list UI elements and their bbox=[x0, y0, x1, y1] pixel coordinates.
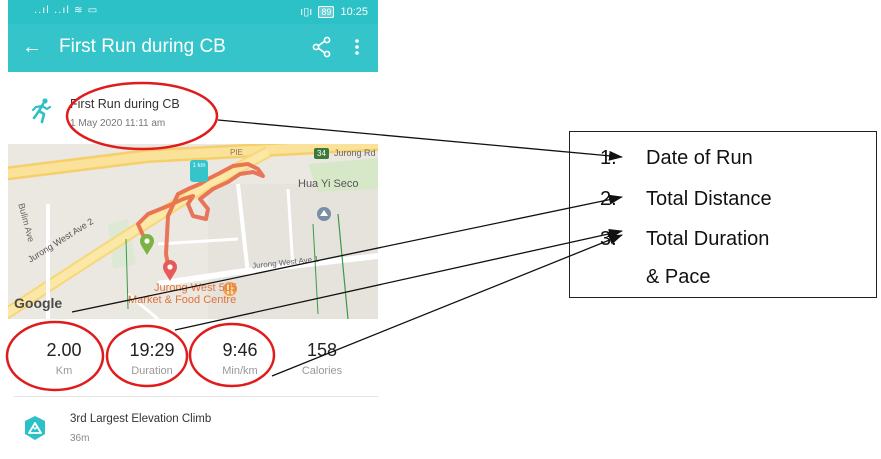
stat-calories-label: Calories bbox=[301, 365, 343, 377]
legend-text: Total Duration bbox=[646, 228, 770, 250]
km-marker: 1 km bbox=[190, 160, 208, 182]
map-label-market-line1: Jurong West 505 bbox=[154, 282, 237, 294]
map-label-pie: PIE bbox=[230, 148, 243, 157]
legend-text: Date of Run bbox=[646, 147, 753, 169]
activity-title: First Run during CB bbox=[70, 97, 180, 111]
expressway-badge: 34 bbox=[314, 148, 329, 159]
end-pin-icon bbox=[163, 260, 177, 281]
stat-duration-value: 19:29 bbox=[129, 340, 175, 360]
app-bar: ← First Run during CB bbox=[8, 24, 378, 72]
more-vert-icon[interactable] bbox=[354, 36, 360, 58]
achievement-item[interactable]: 3rd Largest Elevation Climb 36m bbox=[8, 400, 378, 459]
status-right: ı▯ı 89 10:25 bbox=[300, 5, 368, 18]
signal-icons: ..ıl ..ıl ≋ ▭ bbox=[34, 5, 99, 16]
stat-pace-label: Min/km bbox=[222, 365, 258, 377]
legend-number: 1. bbox=[600, 147, 617, 169]
stat-distance-value: 2.00 bbox=[46, 340, 82, 360]
running-person-icon bbox=[31, 98, 52, 124]
stat-distance-label: Km bbox=[55, 365, 73, 377]
mountain-badge-icon bbox=[25, 416, 45, 440]
phone-screenshot: ..ıl ..ıl ≋ ▭ ı▯ı 89 10:25 ← First Run d… bbox=[8, 0, 378, 459]
start-pin-icon bbox=[140, 234, 154, 255]
achievement-value: 36m bbox=[70, 433, 90, 444]
stat-duration-label: Duration bbox=[131, 365, 173, 377]
stats-row: 2.00 Km 19:29 Duration 9:46 Min/km 158 C… bbox=[8, 319, 378, 394]
stat-calories: 158 Calories bbox=[282, 339, 362, 377]
divider bbox=[14, 396, 378, 397]
clock: 10:25 bbox=[340, 6, 368, 18]
km-marker-label: 1 km bbox=[192, 163, 206, 169]
legend-number: 2. bbox=[600, 188, 617, 210]
stat-pace-value: 9:46 bbox=[222, 340, 258, 360]
map-label-market-line2: Market & Food Centre bbox=[128, 294, 237, 306]
battery-icon: 89 bbox=[318, 6, 335, 18]
achievement-title: 3rd Largest Elevation Climb bbox=[70, 413, 212, 425]
stat-pace: 9:46 Min/km bbox=[200, 339, 280, 377]
stat-calories-value: 158 bbox=[306, 340, 338, 360]
status-bar: ..ıl ..ıl ≋ ▭ ı▯ı 89 10:25 bbox=[8, 0, 378, 24]
arrow-left-icon[interactable]: ← bbox=[22, 35, 42, 59]
map-label-jurong-rd: Jurong Rd bbox=[334, 148, 376, 158]
activity-date: 1 May 2020 11:11 am bbox=[70, 118, 166, 129]
stat-duration: 19:29 Duration bbox=[112, 339, 192, 377]
route-map[interactable]: 1 km 34 PIE Jurong Rd Hua Yi Seco Bulim … bbox=[8, 144, 378, 319]
stat-distance: 2.00 Km bbox=[24, 339, 104, 377]
legend-number: 3. bbox=[600, 228, 617, 250]
vibrate-icon: ı▯ı bbox=[300, 6, 313, 18]
legend-text: & Pace bbox=[646, 266, 711, 288]
map-label-hua-yi: Hua Yi Seco bbox=[298, 178, 359, 190]
legend-text: Total Distance bbox=[646, 188, 772, 210]
page-title: First Run during CB bbox=[59, 36, 226, 57]
google-logo: Google bbox=[14, 295, 63, 311]
activity-header[interactable]: First Run during CB 1 May 2020 11:11 am bbox=[8, 80, 378, 140]
share-icon[interactable] bbox=[312, 36, 332, 58]
annotation-legend: 1. Date of Run 2. Total Distance 3. Tota… bbox=[569, 131, 877, 298]
